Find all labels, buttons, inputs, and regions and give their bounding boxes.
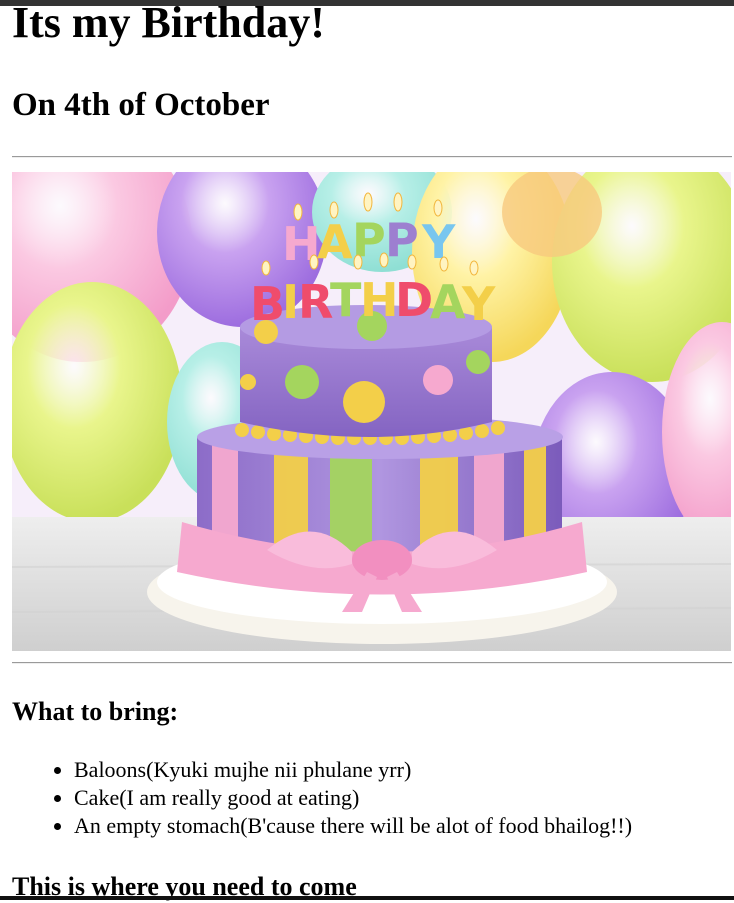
page-title: Its my Birthday! [12, 0, 325, 47]
birthday-cake-image: H A P P Y B I R T H D A Y [12, 172, 731, 651]
page-bottom-edge [0, 896, 734, 900]
list-item: An empty stomach(B'cause there will be a… [74, 812, 632, 840]
list-item: Baloons(Kyuki mujhe nii phulane yrr) [74, 756, 632, 784]
bring-heading: What to bring: [12, 697, 179, 726]
bring-list: Baloons(Kyuki mujhe nii phulane yrr) Cak… [34, 756, 632, 840]
svg-text:T: T [330, 273, 362, 327]
svg-text:A: A [317, 215, 353, 269]
horizontal-rule-bottom [12, 662, 732, 664]
birthday-cake-illustration: H A P P Y B I R T H D A Y [12, 172, 731, 651]
svg-text:R: R [298, 275, 333, 329]
svg-text:Y: Y [461, 277, 496, 331]
list-item: Cake(I am really good at eating) [74, 784, 632, 812]
svg-text:I: I [282, 275, 299, 329]
svg-text:D: D [395, 273, 433, 327]
svg-text:B: B [250, 277, 285, 331]
page-subtitle: On 4th of October [12, 87, 270, 123]
svg-text:H: H [360, 273, 399, 327]
horizontal-rule [12, 156, 732, 158]
svg-text:Y: Y [421, 215, 456, 269]
svg-text:A: A [430, 275, 466, 329]
